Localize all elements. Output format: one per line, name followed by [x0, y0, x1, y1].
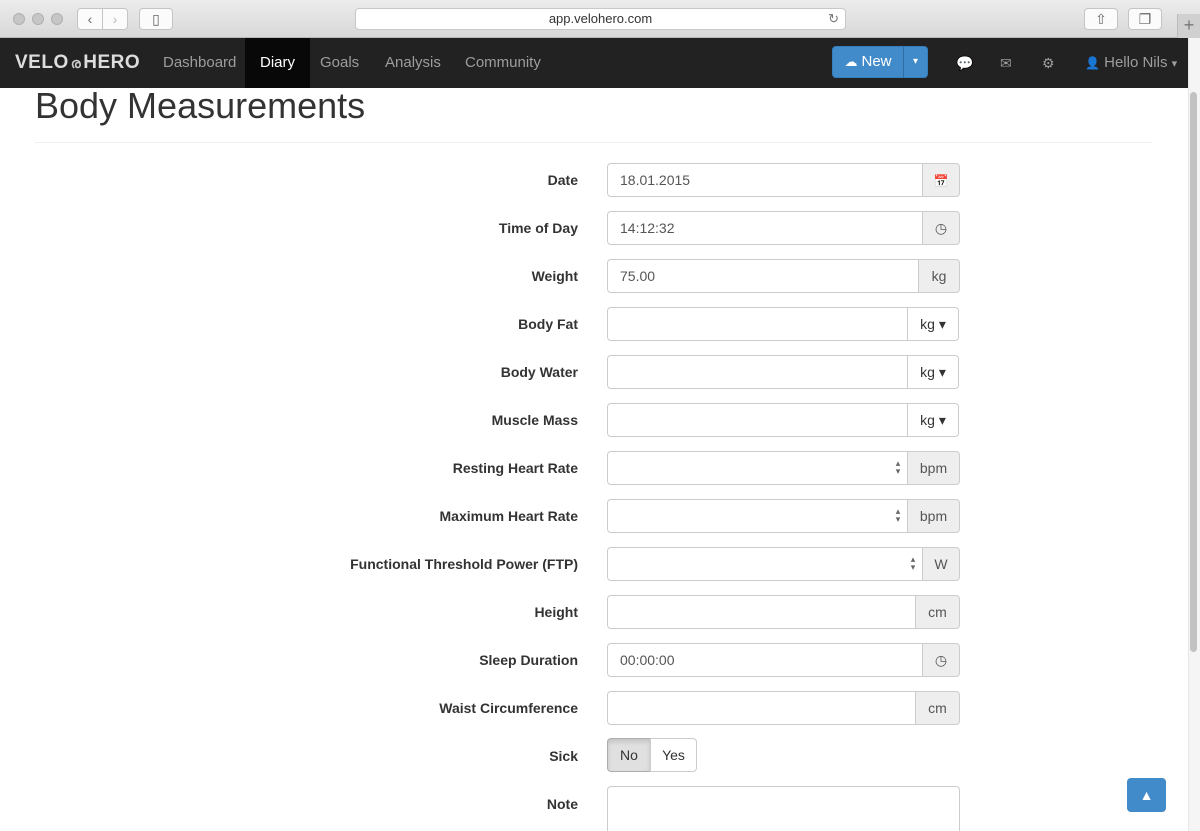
- chevron-left-icon: ‹: [87, 11, 93, 27]
- nav-dashboard[interactable]: Dashboard: [148, 38, 251, 88]
- muscle-mass-input[interactable]: [607, 403, 908, 437]
- browser-share-button[interactable]: ⇧: [1084, 8, 1118, 30]
- sick-no-button[interactable]: No: [607, 738, 651, 772]
- user-menu[interactable]: 👤 Hello Nils ▾: [1085, 38, 1177, 88]
- nav-diary[interactable]: Diary: [245, 38, 311, 88]
- calendar-icon: 📅: [933, 174, 949, 188]
- height-unit: cm: [915, 595, 960, 629]
- share-icon: ⇧: [1095, 11, 1107, 27]
- sidebar-icon: ▯: [152, 11, 160, 27]
- body-water-unit-dropdown[interactable]: kg ▾: [907, 355, 959, 389]
- resting-heart-rate-unit: bpm: [907, 451, 960, 485]
- chat-icon[interactable]: 💬: [956, 38, 973, 88]
- resting-heart-rate-input[interactable]: [607, 451, 908, 485]
- clock-icon: ◷: [934, 220, 948, 236]
- body-fat-input[interactable]: [607, 307, 908, 341]
- waist-circumference-label: Waist Circumference: [439, 700, 578, 716]
- weight-input[interactable]: 75.00: [607, 259, 919, 293]
- gear-icon[interactable]: ⚙: [1042, 38, 1055, 88]
- app-navbar: VELO ര HERO Dashboard Diary Goals Analysis…: [0, 38, 1188, 88]
- body-fat-label: Body Fat: [518, 316, 578, 332]
- max-heart-rate-label: Maximum Heart Rate: [439, 508, 579, 524]
- date-label: Date: [547, 172, 578, 188]
- mail-icon[interactable]: ✉: [1000, 38, 1012, 88]
- sick-yes-button[interactable]: Yes: [650, 738, 697, 772]
- height-input[interactable]: [607, 595, 916, 629]
- time-picker-button[interactable]: ◷: [922, 211, 960, 245]
- new-button[interactable]: ☁ New: [832, 46, 904, 78]
- weight-label: Weight: [531, 268, 578, 284]
- body-water-label: Body Water: [500, 364, 578, 380]
- max-heart-rate-input[interactable]: [607, 499, 908, 533]
- address-bar[interactable]: app.velohero.com ↻: [355, 8, 846, 30]
- user-icon: 👤: [1085, 56, 1100, 70]
- sleep-duration-input[interactable]: 00:00:00: [607, 643, 923, 677]
- clock-icon: ◷: [934, 652, 948, 668]
- browser-toolbar: ‹ › ▯ app.velohero.com ↻ ⇧ ❐ +: [0, 0, 1200, 38]
- weight-unit: kg: [918, 259, 960, 293]
- chevron-right-icon: ›: [112, 11, 118, 27]
- time-of-day-label: Time of Day: [498, 220, 578, 236]
- browser-forward-button[interactable]: ›: [102, 8, 128, 30]
- back-to-top-button[interactable]: ▲: [1127, 778, 1166, 812]
- spin-down-icon[interactable]: ▾: [893, 515, 903, 524]
- date-input[interactable]: 18.01.2015: [607, 163, 923, 197]
- nav-analysis[interactable]: Analysis: [370, 38, 456, 88]
- ftp-unit: W: [922, 547, 960, 581]
- caret-down-icon: ▾: [912, 56, 919, 67]
- max-heart-rate-spinner[interactable]: ▴ ▾: [893, 507, 903, 524]
- body-fat-unit-dropdown[interactable]: kg ▾: [907, 307, 959, 341]
- resting-heart-rate-label: Resting Heart Rate: [452, 460, 578, 476]
- height-label: Height: [534, 604, 578, 620]
- ftp-spinner[interactable]: ▴ ▾: [908, 555, 918, 572]
- ftp-label: Functional Threshold Power (FTP): [350, 556, 578, 572]
- spin-down-icon[interactable]: ▾: [893, 467, 903, 476]
- spin-down-icon[interactable]: ▾: [908, 563, 918, 572]
- user-greeting: Hello Nils: [1104, 54, 1168, 71]
- muscle-mass-unit-dropdown[interactable]: kg ▾: [907, 403, 959, 437]
- new-dropdown-toggle[interactable]: ▾: [903, 46, 928, 78]
- window-close-button[interactable]: [13, 13, 25, 25]
- max-heart-rate-unit: bpm: [907, 499, 960, 533]
- waist-circumference-unit: cm: [915, 691, 960, 725]
- nav-goals[interactable]: Goals: [305, 38, 374, 88]
- waist-circumference-input[interactable]: [607, 691, 916, 725]
- date-picker-button[interactable]: 📅: [922, 163, 960, 197]
- plus-icon: +: [1183, 15, 1195, 35]
- time-of-day-input[interactable]: 14:12:32: [607, 211, 923, 245]
- page-title: Body Measurements: [35, 85, 366, 126]
- sleep-duration-picker-button[interactable]: ◷: [922, 643, 960, 677]
- new-tab-button[interactable]: +: [1177, 14, 1200, 38]
- window-minimize-button[interactable]: [32, 13, 44, 25]
- ftp-input[interactable]: [607, 547, 923, 581]
- brand-right: HERO: [83, 52, 141, 73]
- sleep-duration-label: Sleep Duration: [479, 652, 578, 668]
- sick-label: Sick: [549, 748, 578, 764]
- page-scrollbar-thumb[interactable]: [1190, 92, 1197, 652]
- browser-back-button[interactable]: ‹: [77, 8, 103, 30]
- note-textarea[interactable]: [607, 786, 960, 831]
- note-label: Note: [546, 796, 578, 812]
- resting-heart-rate-spinner[interactable]: ▴ ▾: [893, 459, 903, 476]
- chevron-up-icon: ▲: [1139, 787, 1154, 803]
- body-water-input[interactable]: [607, 355, 908, 389]
- title-divider: [35, 142, 1152, 143]
- brand-left: VELO: [15, 52, 69, 73]
- url-text: app.velohero.com: [548, 11, 653, 26]
- cloud-icon: ☁: [844, 54, 858, 69]
- new-button-label: New: [861, 53, 892, 70]
- tabs-icon: ❐: [1138, 11, 1152, 27]
- browser-sidebar-button[interactable]: ▯: [139, 8, 173, 30]
- nav-community[interactable]: Community: [450, 38, 556, 88]
- window-zoom-button[interactable]: [51, 13, 63, 25]
- muscle-mass-label: Muscle Mass: [491, 412, 578, 428]
- brand-logo[interactable]: VELO ര HERO: [15, 38, 140, 88]
- caret-down-icon: ▾: [1171, 58, 1178, 70]
- browser-tabs-button[interactable]: ❐: [1128, 8, 1162, 30]
- bicycle-icon: ര: [70, 55, 82, 71]
- reload-icon[interactable]: ↻: [828, 9, 839, 29]
